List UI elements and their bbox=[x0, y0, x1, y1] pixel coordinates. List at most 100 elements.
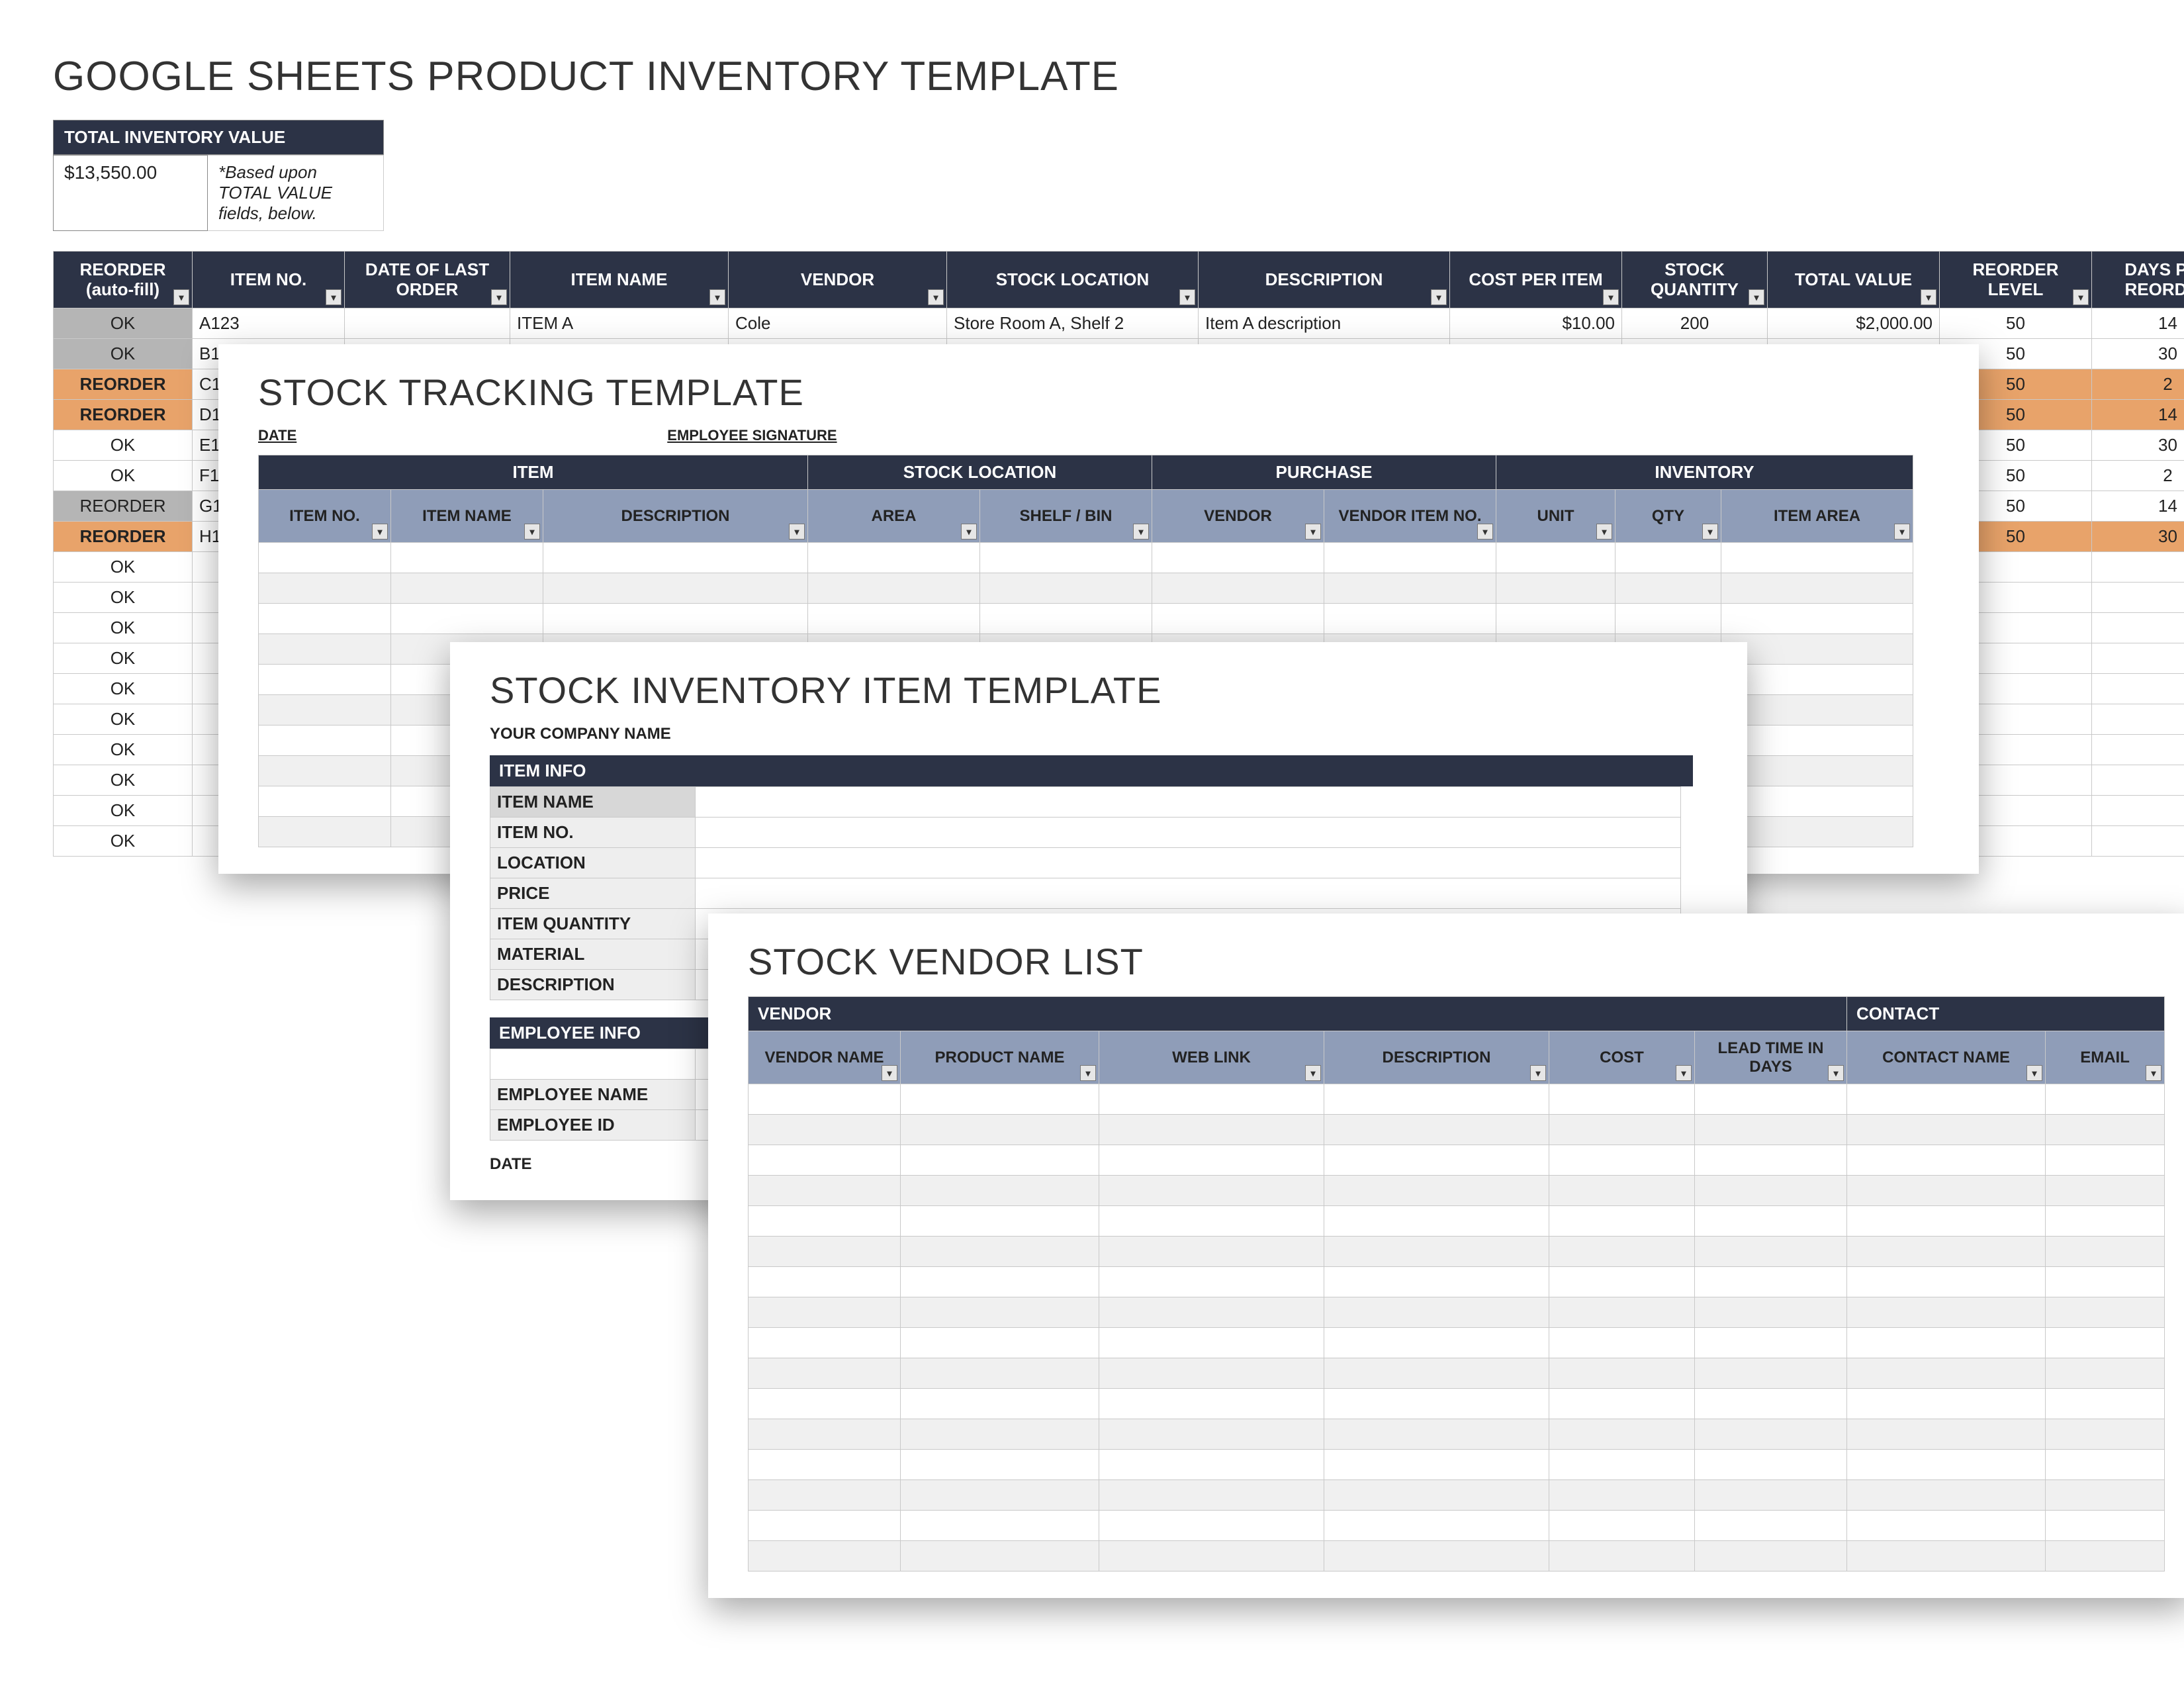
vendor-cell[interactable] bbox=[1099, 1115, 1324, 1145]
vendor-cell[interactable] bbox=[1099, 1176, 1324, 1206]
vendor-cell[interactable] bbox=[1695, 1206, 1847, 1237]
vendor-cell[interactable] bbox=[1847, 1480, 2046, 1511]
inventory-row[interactable]: OK A123 ITEM A Cole Store Room A, Shelf … bbox=[54, 308, 2184, 339]
tracking-cell[interactable] bbox=[259, 604, 391, 634]
vendor-cell[interactable] bbox=[1099, 1328, 1324, 1358]
vendor-cell[interactable] bbox=[901, 1115, 1099, 1145]
vendor-cell[interactable] bbox=[1695, 1450, 1847, 1480]
vendor-cell[interactable] bbox=[1695, 1237, 1847, 1267]
filter-dropdown-icon[interactable]: ▾ bbox=[1133, 524, 1149, 539]
filter-dropdown-icon[interactable]: ▾ bbox=[961, 524, 977, 539]
vendor-cell[interactable] bbox=[1099, 1206, 1324, 1237]
tracking-cell[interactable] bbox=[1721, 604, 1913, 634]
filter-dropdown-icon[interactable]: ▾ bbox=[1305, 524, 1321, 539]
vendor-cell[interactable] bbox=[901, 1176, 1099, 1206]
vendor-cell[interactable] bbox=[1847, 1450, 2046, 1480]
vendor-cell[interactable] bbox=[901, 1145, 1099, 1176]
vendor-cell[interactable] bbox=[901, 1419, 1099, 1450]
vendor-cell[interactable] bbox=[2046, 1176, 2165, 1206]
vendor-cell[interactable] bbox=[749, 1297, 901, 1328]
vendor-cell[interactable] bbox=[1695, 1389, 1847, 1419]
tracking-cell[interactable] bbox=[1721, 695, 1913, 726]
filter-dropdown-icon[interactable]: ▾ bbox=[2146, 1065, 2161, 1081]
vendor-cell[interactable] bbox=[2046, 1267, 2165, 1297]
tracking-cell[interactable] bbox=[1721, 756, 1913, 786]
vendor-cell[interactable] bbox=[2046, 1419, 2165, 1450]
vendor-cell[interactable] bbox=[749, 1176, 901, 1206]
filter-dropdown-icon[interactable]: ▾ bbox=[1477, 524, 1493, 539]
vendor-cell[interactable] bbox=[1099, 1267, 1324, 1297]
vendor-col-3[interactable]: DESCRIPTION▾ bbox=[1324, 1031, 1549, 1084]
vendor-cell[interactable] bbox=[1847, 1084, 2046, 1115]
tracking-cell[interactable] bbox=[391, 543, 543, 573]
vendor-cell[interactable] bbox=[1099, 1419, 1324, 1450]
days-cell[interactable] bbox=[2092, 704, 2184, 735]
filter-dropdown-icon[interactable]: ▾ bbox=[2026, 1065, 2042, 1081]
vendor-cell[interactable] bbox=[901, 1328, 1099, 1358]
vendor-cell[interactable] bbox=[1099, 1511, 1324, 1541]
reorder-level-cell[interactable]: 50 bbox=[1940, 308, 2092, 339]
tracking-cell[interactable] bbox=[259, 756, 391, 786]
vendor-cell[interactable] bbox=[1549, 1450, 1695, 1480]
days-cell[interactable] bbox=[2092, 826, 2184, 857]
days-cell[interactable]: 2 bbox=[2092, 369, 2184, 400]
vendor-col-4[interactable]: COST▾ bbox=[1549, 1031, 1695, 1084]
vendor-cell[interactable] bbox=[901, 1450, 1099, 1480]
tracking-cell[interactable] bbox=[1496, 573, 1615, 604]
vendor-cell[interactable] bbox=[1099, 1389, 1324, 1419]
filter-dropdown-icon[interactable]: ▾ bbox=[1749, 289, 1764, 305]
vendor-cell[interactable] bbox=[2046, 1237, 2165, 1267]
track-col-3[interactable]: AREA▾ bbox=[808, 490, 980, 543]
vendor-cell[interactable] bbox=[1324, 1541, 1549, 1571]
vendor-cell[interactable] bbox=[1847, 1358, 2046, 1389]
main-col-9[interactable]: TOTAL VALUE▾ bbox=[1768, 252, 1940, 308]
tracking-cell[interactable] bbox=[980, 543, 1152, 573]
vendor-cell[interactable] bbox=[1324, 1267, 1549, 1297]
vendor-cell[interactable] bbox=[1847, 1328, 2046, 1358]
tracking-cell[interactable] bbox=[391, 604, 543, 634]
vendor-cell[interactable] bbox=[1695, 1419, 1847, 1450]
filter-dropdown-icon[interactable]: ▾ bbox=[524, 524, 540, 539]
tracking-row[interactable] bbox=[259, 604, 1913, 634]
vendor-cell[interactable] bbox=[1847, 1267, 2046, 1297]
vendor-cell[interactable] bbox=[2046, 1511, 2165, 1541]
vendor-row[interactable] bbox=[749, 1511, 2165, 1541]
vendor-col-6[interactable]: CONTACT NAME▾ bbox=[1847, 1031, 2046, 1084]
vendor-cell[interactable] bbox=[749, 1389, 901, 1419]
filter-dropdown-icon[interactable]: ▾ bbox=[1530, 1065, 1546, 1081]
tracking-cell[interactable] bbox=[1496, 604, 1615, 634]
item-field-value[interactable] bbox=[696, 818, 1681, 848]
vendor-cell[interactable] bbox=[1099, 1145, 1324, 1176]
tracking-cell[interactable] bbox=[1615, 543, 1721, 573]
vendor-cell[interactable] bbox=[1324, 1237, 1549, 1267]
filter-dropdown-icon[interactable]: ▾ bbox=[173, 289, 189, 305]
tracking-cell[interactable] bbox=[1152, 604, 1324, 634]
tracking-cell[interactable] bbox=[808, 573, 980, 604]
vendor-cell[interactable] bbox=[1099, 1541, 1324, 1571]
track-col-5[interactable]: VENDOR▾ bbox=[1152, 490, 1324, 543]
filter-dropdown-icon[interactable]: ▾ bbox=[1080, 1065, 1096, 1081]
tracking-row[interactable] bbox=[259, 573, 1913, 604]
vendor-row[interactable] bbox=[749, 1389, 2165, 1419]
vendor-col-5[interactable]: LEAD TIME IN DAYS▾ bbox=[1695, 1031, 1847, 1084]
item-field-value[interactable] bbox=[696, 878, 1681, 909]
vendor-cell[interactable] bbox=[1324, 1297, 1549, 1328]
vendor-cell[interactable] bbox=[1549, 1358, 1695, 1389]
vendor-cell[interactable] bbox=[1549, 1206, 1695, 1237]
main-col-5[interactable]: STOCK LOCATION▾ bbox=[947, 252, 1199, 308]
vendor-row[interactable] bbox=[749, 1419, 2165, 1450]
vendor-cell[interactable] bbox=[1099, 1084, 1324, 1115]
vendor-row[interactable] bbox=[749, 1541, 2165, 1571]
main-col-6[interactable]: DESCRIPTION▾ bbox=[1199, 252, 1450, 308]
vendor-cell[interactable] bbox=[901, 1267, 1099, 1297]
tracking-cell[interactable] bbox=[1496, 543, 1615, 573]
tracking-cell[interactable] bbox=[1324, 604, 1496, 634]
vendor-cell[interactable] bbox=[1549, 1084, 1695, 1115]
vendor-cell[interactable] bbox=[1099, 1297, 1324, 1328]
filter-dropdown-icon[interactable]: ▾ bbox=[1894, 524, 1910, 539]
track-col-8[interactable]: QTY▾ bbox=[1615, 490, 1721, 543]
tracking-cell[interactable] bbox=[1721, 543, 1913, 573]
vendor-cell[interactable] bbox=[1324, 1084, 1549, 1115]
vendor-cell[interactable] bbox=[749, 1450, 901, 1480]
item-name-cell[interactable]: ITEM A bbox=[510, 308, 729, 339]
